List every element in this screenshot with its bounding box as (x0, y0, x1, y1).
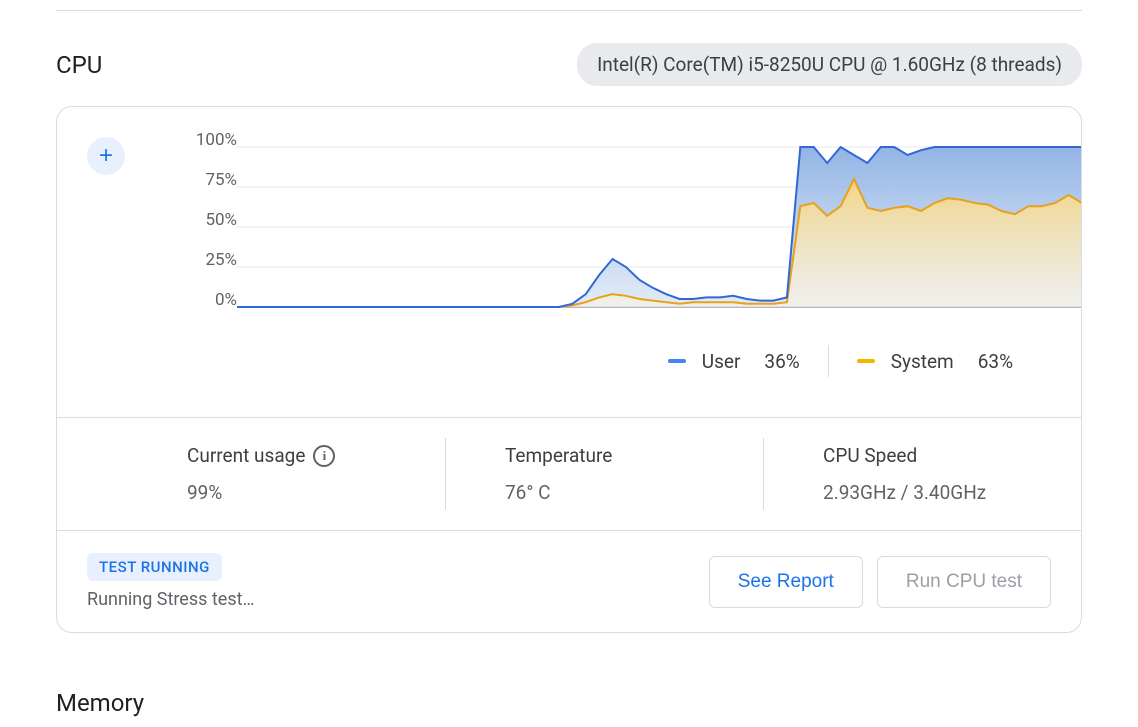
chart-legend: User 36% System 63% (57, 317, 1081, 417)
status-text: Running Stress test… (87, 589, 255, 610)
cpu-card: + 100% 75% 50% 25% 0% (56, 106, 1082, 633)
stat-value-usage: 99% (187, 481, 415, 504)
cpu-section-header: CPU Intel(R) Core(TM) i5-8250U CPU @ 1.6… (0, 11, 1138, 106)
legend-label-user: User (702, 350, 741, 373)
y-tick: 50% (177, 210, 237, 230)
status-area: TEST RUNNING Running Stress test… (87, 553, 255, 610)
cpu-stats-row: Current usage i 99% Temperature 76° C CP… (57, 417, 1081, 530)
legend-label-system: System (891, 350, 954, 373)
info-icon[interactable]: i (313, 445, 335, 467)
y-tick: 0% (177, 290, 237, 310)
cpu-footer: TEST RUNNING Running Stress test… See Re… (57, 530, 1081, 632)
stat-current-usage: Current usage i 99% (57, 418, 445, 530)
stat-temperature: Temperature 76° C (445, 418, 763, 530)
legend-swatch-user (668, 359, 686, 363)
y-tick: 25% (177, 250, 237, 270)
plus-icon: + (99, 142, 113, 170)
legend-value-user: 36% (764, 350, 799, 373)
y-tick: 100% (177, 130, 237, 150)
status-badge: TEST RUNNING (87, 553, 222, 581)
see-report-button[interactable]: See Report (709, 556, 863, 608)
stat-value-temp: 76° C (505, 481, 733, 504)
legend-item-system: System 63% (829, 350, 1041, 373)
stat-label-usage: Current usage i (187, 444, 415, 467)
run-cpu-test-button[interactable]: Run CPU test (877, 556, 1051, 608)
memory-title: Memory (0, 633, 1138, 717)
legend-value-system: 63% (978, 350, 1013, 373)
stat-cpu-speed: CPU Speed 2.93GHz / 3.40GHz (763, 418, 1081, 530)
stat-value-speed: 2.93GHz / 3.40GHz (823, 481, 1051, 504)
stat-label-usage-text: Current usage (187, 444, 305, 467)
stat-label-temp: Temperature (505, 444, 733, 467)
cpu-chart (237, 137, 1082, 317)
stat-label-speed: CPU Speed (823, 444, 1051, 467)
cpu-chart-area: + 100% 75% 50% 25% 0% (57, 107, 1081, 317)
cpu-actions: See Report Run CPU test (709, 556, 1051, 608)
y-axis-labels: 100% 75% 50% 25% 0% (177, 130, 237, 300)
legend-item-user: User 36% (640, 350, 828, 373)
y-tick: 75% (177, 170, 237, 190)
zoom-in-button[interactable]: + (87, 137, 125, 175)
legend-swatch-system (857, 359, 875, 363)
cpu-model-chip: Intel(R) Core(TM) i5-8250U CPU @ 1.60GHz… (577, 43, 1082, 86)
cpu-title: CPU (56, 51, 102, 79)
